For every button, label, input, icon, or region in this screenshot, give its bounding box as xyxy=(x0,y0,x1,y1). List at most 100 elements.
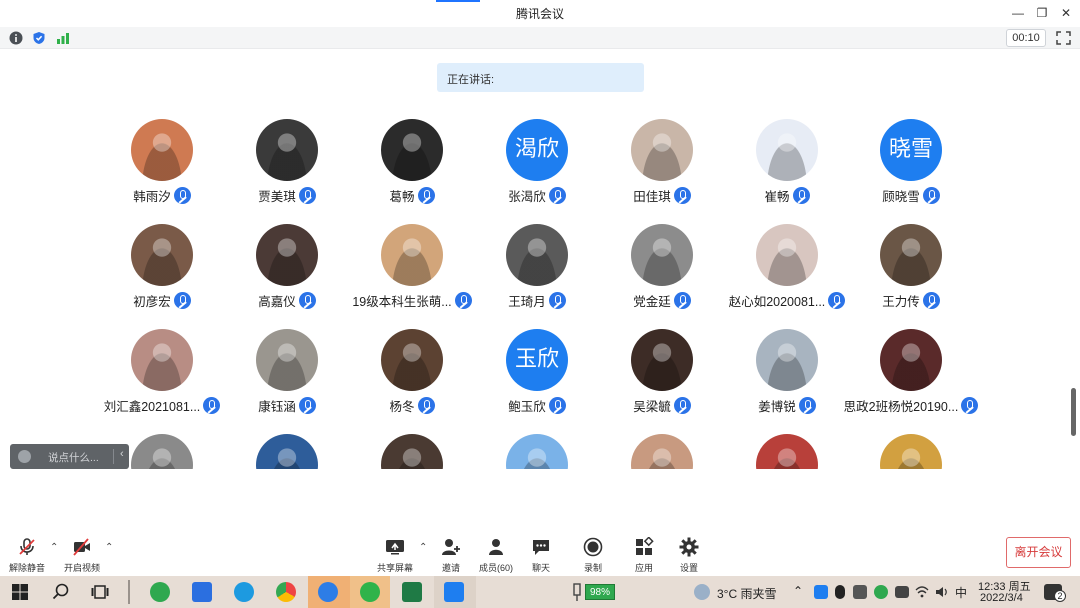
members-label: 成员(60) xyxy=(478,563,513,573)
participant-name: 顾晓雪 xyxy=(882,190,920,204)
invite-icon xyxy=(442,539,460,555)
participant-name-row: 王力传 xyxy=(836,291,986,309)
chevron-up-icon[interactable]: ⌃ xyxy=(793,584,803,598)
mic-muted-icon xyxy=(961,397,979,414)
mic-muted-icon xyxy=(792,187,810,204)
audio-options-caret[interactable]: ⌃ xyxy=(50,542,58,553)
windows-taskbar: 98% 3°C 雨夹雪 ⌃ 中 12:33 周五 2022/3/4 2 xyxy=(0,576,1080,608)
avatar xyxy=(756,434,818,469)
tencent-meeting-icon[interactable] xyxy=(444,582,464,602)
notification-count: 2 xyxy=(1054,590,1066,602)
avatar xyxy=(880,329,942,391)
gear-icon xyxy=(679,537,699,557)
participant-name: 田佳琪 xyxy=(633,190,671,204)
edge-icon[interactable] xyxy=(234,582,254,602)
shield-icon[interactable] xyxy=(32,31,46,45)
settings-button[interactable]: 设置 xyxy=(674,534,704,574)
avatar xyxy=(256,119,318,181)
participant-name: 王琦月 xyxy=(508,295,546,309)
mic-muted-icon xyxy=(922,187,940,204)
tray-app-icon[interactable] xyxy=(814,585,828,599)
participant-name: 思政2班杨悦20190... xyxy=(843,400,959,414)
mic-muted-icon xyxy=(548,187,566,204)
mic-muted-icon xyxy=(298,292,316,309)
avatar xyxy=(256,434,318,469)
task-view-icon[interactable] xyxy=(90,582,110,602)
meeting-toolbar: 解除静音 ⌃ 开启视频 ⌃ 共享屏幕 ⌃ 邀请 成员(60) 聊天 录制 应用 … xyxy=(0,530,1080,576)
share-options-caret[interactable]: ⌃ xyxy=(419,542,427,553)
participant-tile[interactable]: 王力传 xyxy=(836,217,986,322)
chat-quick-input[interactable]: 说点什么... ‹ xyxy=(10,444,129,469)
participant-tile[interactable] xyxy=(836,427,986,469)
tray-app-icon-2[interactable] xyxy=(853,585,867,599)
wps-writer-icon[interactable] xyxy=(192,582,212,602)
avatar xyxy=(880,434,942,469)
video-options-caret[interactable]: ⌃ xyxy=(105,542,113,553)
leave-meeting-button[interactable]: 离开会议 xyxy=(1006,537,1071,568)
share-screen-button[interactable]: 共享屏幕 xyxy=(374,534,416,574)
close-button[interactable]: ✕ xyxy=(1056,4,1076,22)
battery-plug-icon[interactable] xyxy=(570,582,584,602)
participant-name: 鲍玉欣 xyxy=(508,400,546,414)
chat-button[interactable]: 聊天 xyxy=(526,534,556,574)
share-screen-icon xyxy=(386,540,404,555)
minimize-button[interactable]: — xyxy=(1008,4,1028,22)
members-button[interactable]: 成员(60) xyxy=(476,534,516,574)
windows-start-icon[interactable] xyxy=(10,582,30,602)
invite-label: 邀请 xyxy=(441,563,460,573)
mic-muted-icon xyxy=(173,292,191,309)
wifi-icon[interactable] xyxy=(915,585,929,599)
members-icon xyxy=(489,539,503,555)
microphone-tray-icon[interactable] xyxy=(835,585,845,599)
record-icon xyxy=(583,537,603,557)
avatar xyxy=(381,224,443,286)
excel-icon[interactable] xyxy=(402,582,422,602)
wechat-icon[interactable] xyxy=(360,582,380,602)
chevron-left-icon[interactable]: ‹ xyxy=(120,448,124,460)
avatar xyxy=(756,224,818,286)
share-screen-label: 共享屏幕 xyxy=(376,563,413,573)
mic-muted-icon xyxy=(673,187,691,204)
scrollbar-thumb[interactable] xyxy=(1071,388,1076,436)
apps-button[interactable]: 应用 xyxy=(629,534,659,574)
start-video-button[interactable]: 开启视频 xyxy=(61,534,103,574)
clock-date[interactable]: 2022/3/4 xyxy=(980,592,1023,604)
volume-icon[interactable] xyxy=(935,585,949,599)
participant-grid: 韩雨汐 贾美琪 葛畅 渴欣 张渴欣 田佳琪 崔畅 晓雪 顾晓雪 初彦宏 高嘉仪 19级本科生张萌...… xyxy=(0,112,1080,469)
participant-name: 王力传 xyxy=(882,295,920,309)
signal-icon[interactable] xyxy=(56,31,70,45)
avatar xyxy=(131,329,193,391)
search-icon[interactable] xyxy=(51,582,71,602)
battery-tray-icon[interactable] xyxy=(895,586,909,598)
avatar xyxy=(381,329,443,391)
invite-button[interactable]: 邀请 xyxy=(436,534,466,574)
participant-name: 韩雨汐 xyxy=(133,190,171,204)
participant-tile[interactable]: 晓雪 顾晓雪 xyxy=(836,112,986,217)
ime-indicator[interactable]: 中 xyxy=(955,584,967,601)
mic-muted-icon xyxy=(417,397,435,414)
window-title: 腾讯会议 xyxy=(515,7,564,21)
record-button[interactable]: 录制 xyxy=(578,534,608,574)
participant-name-row: 顾晓雪 xyxy=(836,186,986,204)
participant-tile[interactable]: 思政2班杨悦20190... xyxy=(836,322,986,427)
avatar xyxy=(381,119,443,181)
info-icon[interactable] xyxy=(9,31,23,45)
chat-icon xyxy=(533,540,549,555)
unmute-button[interactable]: 解除静音 xyxy=(6,534,48,574)
battery-level[interactable]: 98% xyxy=(585,584,615,600)
speaking-indicator: 正在讲话: xyxy=(437,63,644,92)
mic-muted-icon xyxy=(922,292,940,309)
weather-icon[interactable] xyxy=(694,584,710,600)
restore-button[interactable]: ❐ xyxy=(1032,4,1052,22)
participant-name: 杨冬 xyxy=(389,400,415,414)
participant-name: 姜博锐 xyxy=(758,400,796,414)
chrome-icon[interactable] xyxy=(276,582,296,602)
browser-icon[interactable] xyxy=(150,582,170,602)
fullscreen-icon[interactable] xyxy=(1056,31,1071,45)
emoji-icon[interactable] xyxy=(18,450,31,463)
tray-app-icon-3[interactable] xyxy=(874,585,888,599)
avatar: 玉欣 xyxy=(506,329,568,391)
weather-text[interactable]: 3°C 雨夹雪 xyxy=(717,585,776,602)
feishu-icon[interactable] xyxy=(318,582,338,602)
avatar: 渴欣 xyxy=(506,119,568,181)
